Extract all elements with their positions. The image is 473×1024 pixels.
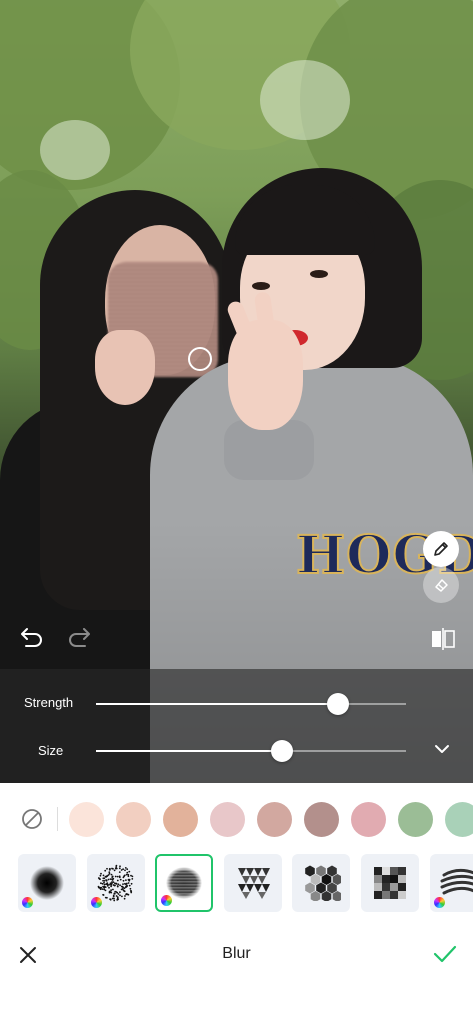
scribble-brush-icon (440, 868, 473, 895)
color-indicator-icon (22, 897, 33, 908)
color-indicator-icon (161, 895, 172, 906)
eraser-icon (435, 579, 448, 592)
color-swatch[interactable] (445, 802, 473, 837)
size-slider-fill (96, 750, 282, 752)
hexagon-mosaic-brush-icon (305, 865, 341, 901)
color-indicator-icon (91, 897, 102, 908)
color-swatch[interactable] (210, 802, 245, 837)
color-row (0, 795, 473, 845)
triangle-mosaic-brush-icon (238, 868, 270, 899)
none-icon[interactable] (20, 807, 44, 831)
color-swatch[interactable] (163, 802, 198, 837)
sky-patch (40, 120, 110, 180)
chevron-down-icon[interactable] (433, 742, 451, 756)
color-swatch[interactable] (69, 802, 104, 837)
scribble-brush[interactable] (430, 854, 473, 912)
size-slider[interactable] (96, 750, 406, 752)
size-slider-handle[interactable] (271, 740, 293, 762)
strength-slider-fill (96, 703, 338, 705)
color-swatch[interactable] (398, 802, 433, 837)
color-swatch[interactable] (304, 802, 339, 837)
square-mosaic-brush[interactable] (361, 854, 419, 912)
pen-icon (434, 542, 448, 556)
color-swatch[interactable] (257, 802, 292, 837)
triangle-mosaic-brush[interactable] (224, 854, 282, 912)
brush-row (0, 854, 473, 916)
left-person-hand (95, 330, 155, 405)
spray-brush[interactable] (87, 854, 145, 912)
strength-slider[interactable] (96, 703, 406, 705)
mosaic-blur-brush[interactable] (155, 854, 213, 912)
slider-panel: Strength Size (0, 669, 473, 783)
brush-cursor[interactable] (188, 347, 212, 371)
soft-blur-brush[interactable] (18, 854, 76, 912)
soft-blur-brush-icon (30, 866, 64, 900)
square-mosaic-brush-icon (374, 867, 406, 899)
size-label: Size (38, 743, 64, 758)
color-swatch[interactable] (116, 802, 151, 837)
eraser-button[interactable] (423, 567, 459, 603)
eye (252, 282, 270, 290)
hexagon-mosaic-brush[interactable] (292, 854, 350, 912)
eye (310, 270, 328, 278)
pen-button[interactable] (423, 531, 459, 567)
divider (57, 807, 58, 831)
peace-sign-hand (228, 320, 303, 430)
photo-canvas[interactable]: HOGD Strength Size (0, 0, 473, 783)
color-swatch[interactable] (351, 802, 386, 837)
editor-title: Blur (222, 945, 251, 962)
color-indicator-icon (434, 897, 445, 908)
strength-label: Strength (24, 695, 74, 710)
sky-patch (260, 60, 350, 140)
bottom-bar: Blur (0, 930, 473, 980)
compare-icon[interactable] (430, 627, 456, 651)
spray-brush-icon (97, 864, 134, 902)
undo-icon[interactable] (17, 625, 45, 649)
redo-icon[interactable] (66, 625, 94, 649)
strength-slider-handle[interactable] (327, 693, 349, 715)
check-icon[interactable] (432, 943, 458, 965)
